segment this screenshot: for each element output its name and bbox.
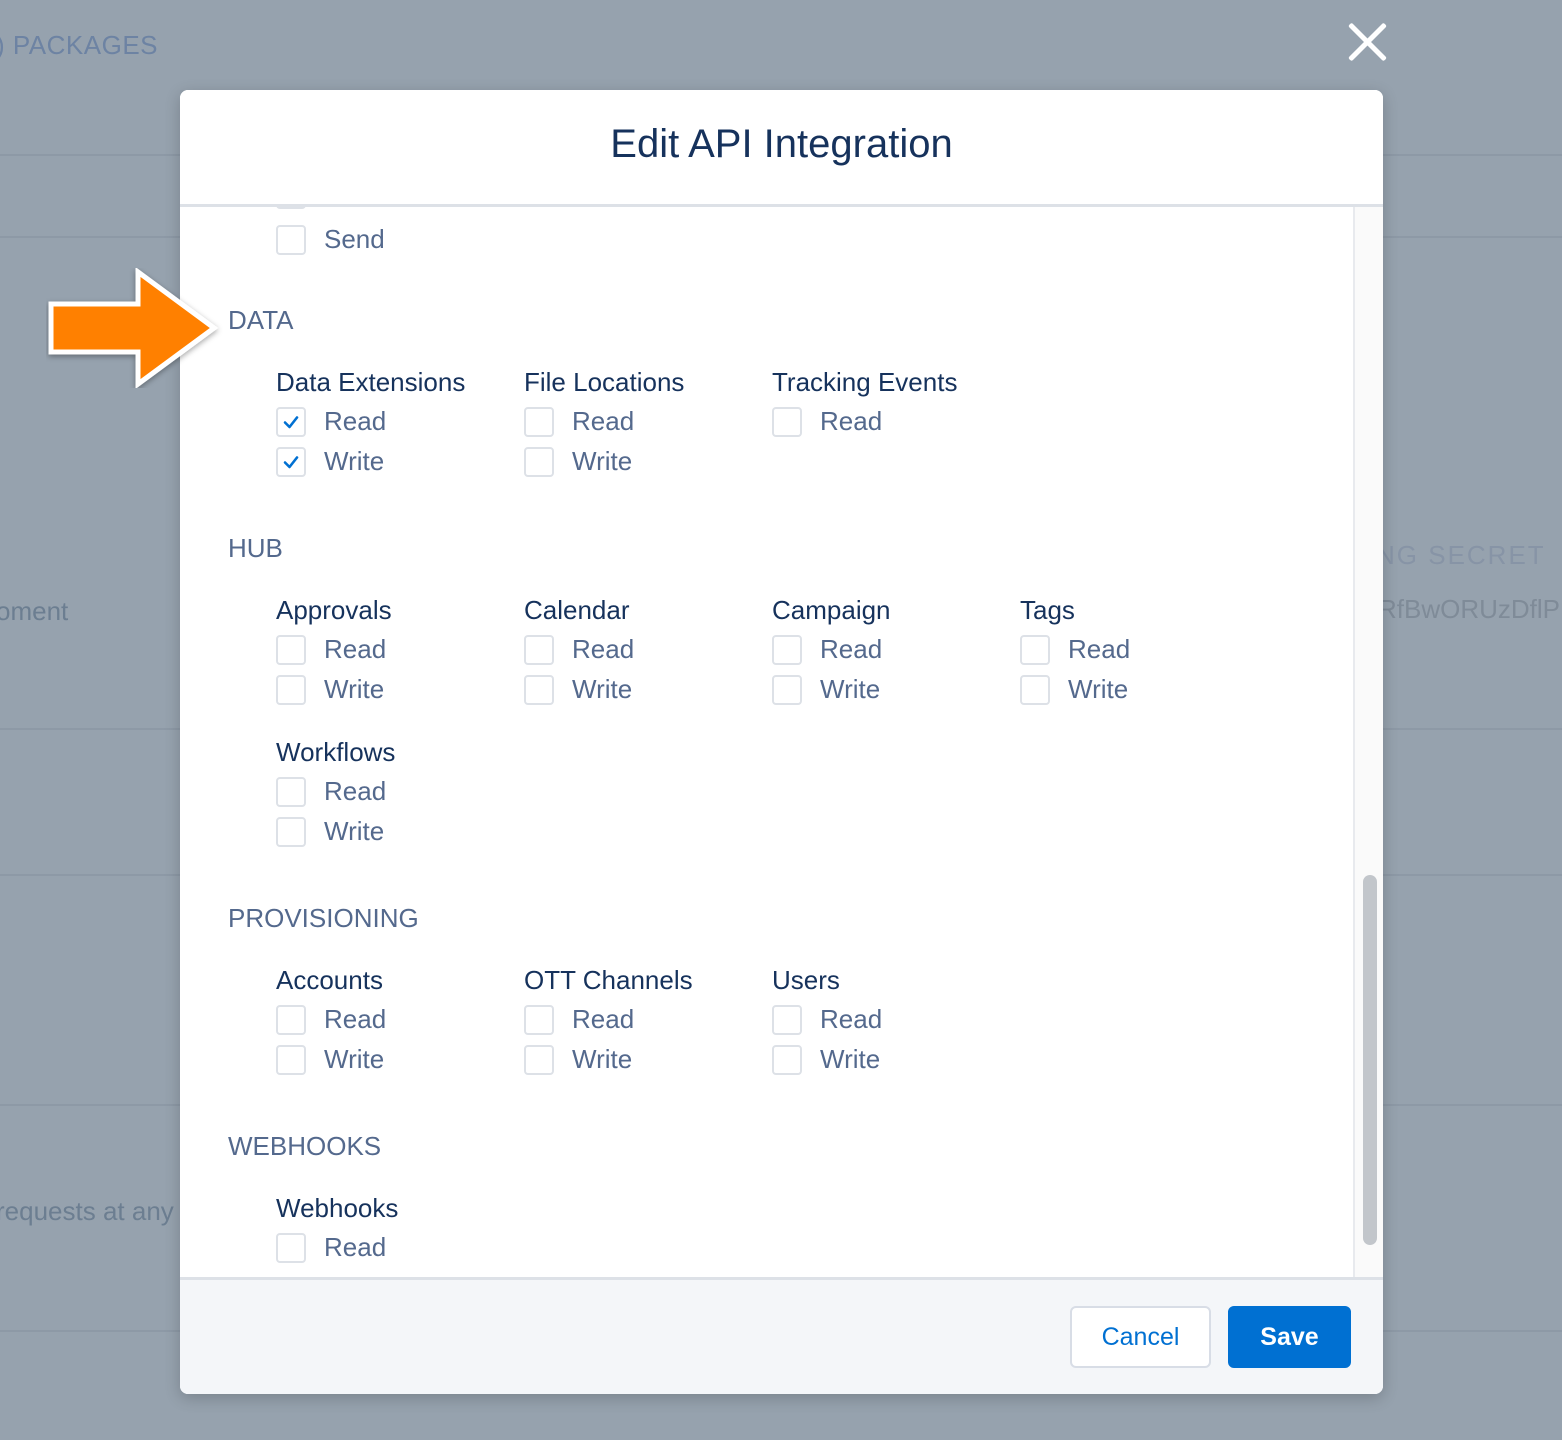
edit-api-integration-modal: Edit API Integration Send DATA Data Exten… — [180, 90, 1383, 1394]
checkbox[interactable] — [524, 447, 554, 477]
checkbox-label: Read — [324, 776, 387, 806]
checkbox[interactable] — [524, 1045, 554, 1075]
checkbox-label: Read — [1068, 634, 1131, 664]
checkbox-label: Read — [324, 406, 387, 436]
orange-arrow-icon — [48, 268, 219, 388]
checkbox[interactable] — [772, 1045, 802, 1075]
checkbox-label: Read — [324, 1004, 387, 1034]
section-title-provisioning: PROVISIONING — [228, 903, 419, 933]
signing-secret-heading: NG SECRET — [1376, 540, 1546, 570]
checkbox[interactable] — [276, 635, 306, 665]
checkbox-label: Read — [820, 634, 883, 664]
checkbox-label: Read — [820, 406, 883, 436]
checkbox[interactable] — [276, 225, 306, 255]
group-title-tracking-events: Tracking Events — [772, 367, 958, 397]
checkbox[interactable] — [276, 1005, 306, 1035]
modal-body[interactable]: Send DATA Data Extensions Read Write File Lo… — [180, 207, 1353, 1277]
checkbox[interactable] — [276, 675, 306, 705]
packages-heading: ) PACKAGES — [0, 30, 159, 60]
checkbox[interactable] — [1020, 675, 1050, 705]
group-title-approvals: Approvals — [276, 595, 392, 625]
checkbox[interactable] — [276, 817, 306, 847]
checkbox[interactable] — [772, 675, 802, 705]
cancel-button[interactable]: Cancel — [1070, 1306, 1211, 1368]
modal-header: Edit API Integration — [180, 90, 1383, 207]
group-title-ott-channels: OTT Channels — [524, 965, 693, 995]
section-title-webhooks: WEBHOOKS — [228, 1131, 382, 1161]
checkbox-label: Read — [572, 634, 635, 664]
checkbox-label: Write — [324, 1044, 385, 1074]
checkbox[interactable] — [524, 635, 554, 665]
group-title-users: Users — [772, 965, 840, 995]
close-icon[interactable] — [1345, 20, 1389, 64]
background-text-fragment: requests at any — [0, 1196, 174, 1226]
checkbox[interactable] — [772, 407, 802, 437]
checkbox-label: Read — [572, 1004, 635, 1034]
checkbox-label: Read — [324, 1232, 387, 1262]
group-title-tags: Tags — [1020, 595, 1075, 625]
checkmark-icon — [282, 413, 300, 431]
checkbox-label: Write — [820, 674, 881, 704]
checkbox[interactable] — [524, 1005, 554, 1035]
checkbox-checked[interactable] — [276, 407, 306, 437]
group-title-file-locations: File Locations — [524, 367, 685, 397]
checkbox[interactable] — [276, 207, 306, 209]
group-title-data-extensions: Data Extensions — [276, 367, 466, 397]
checkbox-label: Write — [572, 1044, 633, 1074]
checkbox-label: Write — [324, 674, 385, 704]
checkbox[interactable] — [772, 1005, 802, 1035]
group-title-webhooks: Webhooks — [276, 1193, 399, 1223]
checkbox-label: Write — [324, 446, 385, 476]
section-title-data: DATA — [228, 305, 294, 335]
checkbox-label: Read — [324, 634, 387, 664]
section-title-hub: HUB — [228, 533, 283, 563]
checkbox[interactable] — [524, 407, 554, 437]
checkmark-icon — [282, 453, 300, 471]
checkbox[interactable] — [772, 635, 802, 665]
background-text-fragment: oment — [0, 596, 69, 626]
modal-footer: Cancel Save — [180, 1277, 1383, 1394]
checkbox-label: Write — [820, 1044, 881, 1074]
scrollbar[interactable] — [1353, 207, 1383, 1277]
group-title-accounts: Accounts — [276, 965, 383, 995]
checkbox-label: Write — [572, 674, 633, 704]
checkbox[interactable] — [524, 675, 554, 705]
scrollbar-thumb[interactable] — [1363, 875, 1377, 1245]
checkbox[interactable] — [276, 777, 306, 807]
modal-title: Edit API Integration — [610, 122, 953, 166]
group-title-workflows: Workflows — [276, 737, 396, 767]
checkbox-label: Write — [324, 816, 385, 846]
secret-value: RfBwORUzDflP — [1378, 594, 1561, 624]
group-title-calendar: Calendar — [524, 595, 630, 625]
checkbox-label: Write — [1068, 674, 1129, 704]
group-title-campaign: Campaign — [772, 595, 891, 625]
checkbox[interactable] — [276, 1233, 306, 1263]
checkbox-label: Read — [820, 1004, 883, 1034]
checkbox[interactable] — [276, 1045, 306, 1075]
checkbox-label: Read — [572, 406, 635, 436]
checkbox-label: Send — [324, 224, 385, 254]
checkbox[interactable] — [1020, 635, 1050, 665]
checkbox-checked[interactable] — [276, 447, 306, 477]
save-button[interactable]: Save — [1228, 1306, 1351, 1368]
checkbox-label: Write — [572, 446, 633, 476]
